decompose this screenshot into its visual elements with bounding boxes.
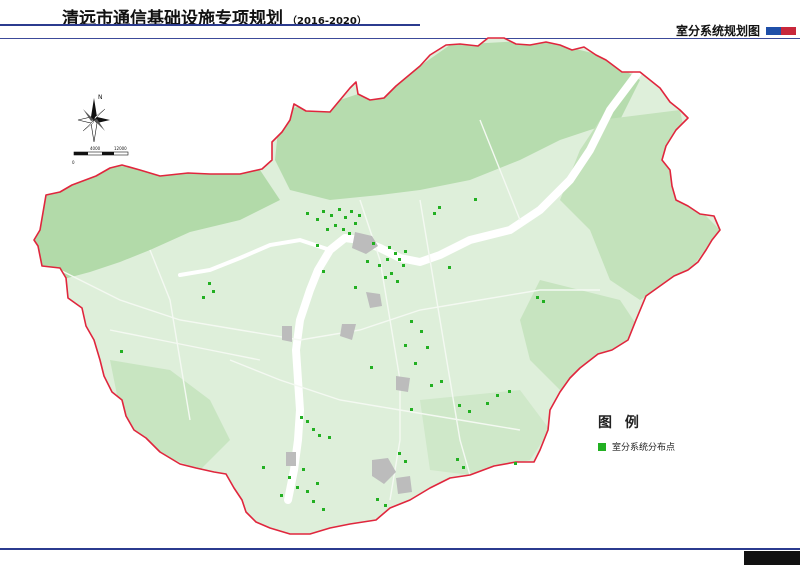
north-arrow: N 0 4000 12000 [72, 90, 132, 170]
legend-swatch [598, 442, 606, 451]
footer-divider [0, 548, 800, 550]
scale-start: 0 [72, 160, 75, 165]
footer-block [744, 551, 800, 565]
legend-title: 图 例 [598, 415, 643, 431]
legend-label: 室分系统分布点 [612, 443, 676, 453]
legend-item: 室分系统分布点 [598, 440, 708, 453]
map-canvas [33, 37, 721, 535]
scale-mid: 4000 [90, 146, 101, 151]
scale-end: 12000 [114, 146, 127, 151]
compass-icon: N 0 4000 12000 [72, 94, 129, 165]
north-letter: N [98, 94, 103, 101]
legend: 图 例 室分系统分布点 [598, 412, 708, 453]
